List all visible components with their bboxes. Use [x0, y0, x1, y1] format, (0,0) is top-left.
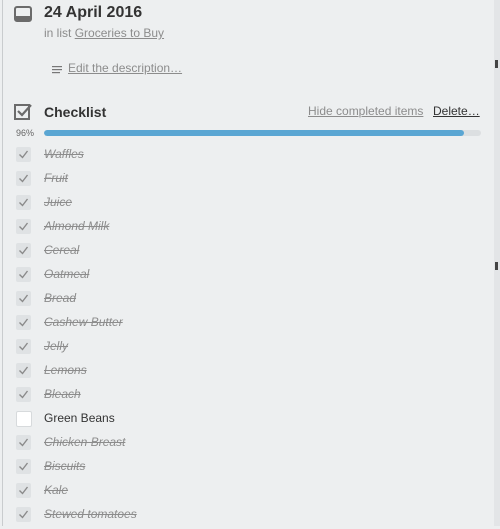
item-checkbox[interactable]: [16, 483, 31, 498]
right-edge-marker: [495, 60, 498, 68]
checklist-item: Cashew Butter: [0, 313, 494, 337]
item-label[interactable]: Bread: [44, 291, 76, 305]
card-icon: [14, 6, 32, 22]
checklist-item: Green Beans: [0, 409, 494, 433]
item-checkbox[interactable]: [16, 243, 31, 258]
check-icon: [19, 294, 29, 303]
check-icon: [19, 462, 29, 471]
item-checkbox[interactable]: [16, 411, 32, 427]
check-icon: [19, 486, 29, 495]
item-label[interactable]: Green Beans: [44, 411, 115, 425]
list-prefix: in list: [44, 26, 72, 40]
item-label[interactable]: Bleach: [44, 387, 81, 401]
checklist-item: Oatmeal: [0, 265, 494, 289]
item-checkbox[interactable]: [16, 339, 31, 354]
item-checkbox[interactable]: [16, 171, 31, 186]
item-checkbox[interactable]: [16, 219, 31, 234]
checklist-item: Stewed tomatoes: [0, 505, 494, 529]
checklist-item: Chicken Breast: [0, 433, 494, 457]
check-icon: [19, 198, 29, 207]
check-icon: [19, 222, 29, 231]
item-label[interactable]: Stewed tomatoes: [44, 507, 137, 521]
item-label[interactable]: Biscuits: [44, 459, 85, 473]
item-checkbox[interactable]: [16, 315, 31, 330]
checklist-item: Fruit: [0, 169, 494, 193]
checklist-item: Cereal: [0, 241, 494, 265]
item-label[interactable]: Oatmeal: [44, 267, 89, 281]
item-label[interactable]: Waffles: [44, 147, 84, 161]
checklist-item: Juice: [0, 193, 494, 217]
item-checkbox[interactable]: [16, 387, 31, 402]
checklist-item: Lemons: [0, 361, 494, 385]
item-checkbox[interactable]: [16, 291, 31, 306]
card-list-info: in list Groceries to Buy: [44, 26, 164, 40]
item-checkbox[interactable]: [16, 147, 31, 162]
item-checkbox[interactable]: [16, 459, 31, 474]
item-label[interactable]: Kale: [44, 483, 68, 497]
item-checkbox[interactable]: [16, 195, 31, 210]
checklist-item: Kale: [0, 481, 494, 505]
check-icon: [19, 150, 29, 159]
checklist-item: Jelly: [0, 337, 494, 361]
check-icon: [19, 390, 29, 399]
checklist-icon: [14, 103, 32, 121]
checklist-item: Waffles: [0, 145, 494, 169]
checklist-items: Waffles Fruit Juice Almond Milk Cereal Oatmea…: [0, 145, 494, 529]
item-label[interactable]: Juice: [44, 195, 72, 209]
checklist-item: Bleach: [0, 385, 494, 409]
check-icon: [19, 318, 29, 327]
progress-percent: 96%: [16, 128, 35, 138]
item-checkbox[interactable]: [16, 267, 31, 282]
checklist-item: Almond Milk: [0, 217, 494, 241]
item-checkbox[interactable]: [16, 363, 31, 378]
progress-bar-fill: [44, 130, 464, 136]
check-icon: [19, 510, 29, 519]
right-edge-marker: [495, 262, 498, 270]
item-label[interactable]: Almond Milk: [44, 219, 109, 233]
item-label[interactable]: Fruit: [44, 171, 68, 185]
item-label[interactable]: Chicken Breast: [44, 435, 125, 449]
item-label[interactable]: Cereal: [44, 243, 79, 257]
check-icon: [19, 246, 29, 255]
item-label[interactable]: Cashew Butter: [44, 315, 123, 329]
list-link[interactable]: Groceries to Buy: [75, 26, 164, 40]
item-label[interactable]: Lemons: [44, 363, 87, 377]
description-icon: [52, 62, 62, 74]
checklist-item: Bread: [0, 289, 494, 313]
card-title: 24 April 2016: [44, 4, 143, 21]
check-icon: [19, 270, 29, 279]
edit-description-link[interactable]: Edit the description…: [68, 61, 182, 75]
delete-checklist-link[interactable]: Delete…: [433, 104, 480, 118]
checklist-title: Checklist: [44, 104, 107, 120]
check-icon: [19, 342, 29, 351]
checklist-item: Biscuits: [0, 457, 494, 481]
check-icon: [19, 438, 29, 447]
item-checkbox[interactable]: [16, 435, 31, 450]
check-icon: [19, 174, 29, 183]
item-checkbox[interactable]: [16, 507, 31, 522]
check-icon: [19, 366, 29, 375]
hide-completed-link[interactable]: Hide completed items: [308, 104, 423, 118]
progress-bar: [44, 130, 481, 136]
item-label[interactable]: Jelly: [44, 339, 68, 353]
